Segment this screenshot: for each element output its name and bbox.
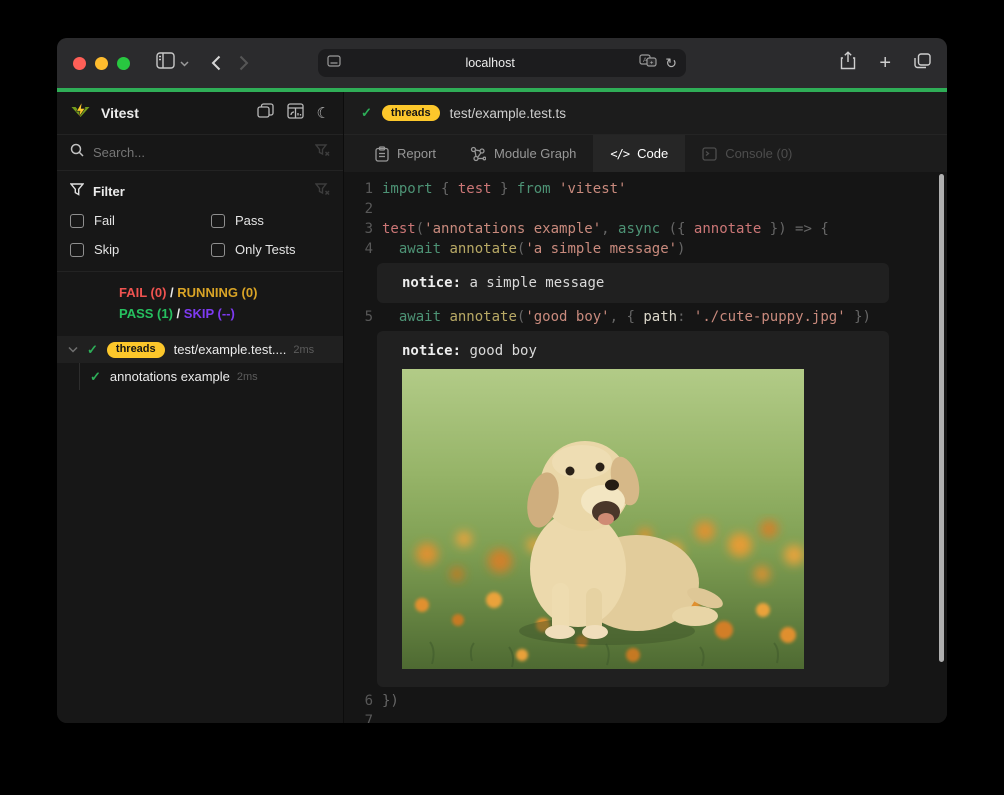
- sidebar-toggle-button[interactable]: [156, 52, 189, 74]
- chevron-down-icon[interactable]: [68, 346, 78, 353]
- skip-count: SKIP (--): [184, 306, 235, 321]
- line-number: 6: [344, 691, 373, 711]
- puppy-photo: [402, 369, 804, 669]
- code-line: 7: [344, 711, 947, 723]
- test-case-row[interactable]: ✓ annotations example 2ms: [57, 363, 343, 390]
- check-icon: ✓: [87, 342, 98, 358]
- line-number: 3: [344, 219, 373, 239]
- line-number: 2: [344, 199, 373, 219]
- main-panel: ✓ threads test/example.test.ts Report Mo…: [344, 92, 947, 723]
- test-file-row[interactable]: ✓ threads test/example.test.... 2ms: [57, 336, 343, 363]
- browser-titlebar: localhost A✦ ↻ +: [57, 38, 947, 88]
- translate-icon[interactable]: A✦: [639, 54, 657, 72]
- check-icon: ✓: [361, 105, 372, 121]
- vitest-logo: [70, 101, 91, 126]
- tab-report[interactable]: Report: [358, 135, 453, 172]
- traffic-lights: [73, 57, 130, 70]
- tab-code[interactable]: </> Code: [593, 135, 685, 172]
- terminal-icon: [702, 147, 717, 161]
- notice-message: a simple message: [461, 275, 604, 291]
- app-title: Vitest: [101, 105, 139, 121]
- page-icon: [327, 54, 341, 72]
- duration: 2ms: [293, 344, 314, 356]
- browser-window: localhost A✦ ↻ +: [57, 38, 947, 723]
- checkbox-skip[interactable]: [70, 243, 84, 257]
- pool-badge: threads: [382, 105, 440, 121]
- annotation-notice: notice: a simple message: [377, 263, 889, 303]
- tab-console[interactable]: Console (0): [685, 135, 809, 172]
- back-button[interactable]: [211, 55, 221, 71]
- code-line: 6}): [344, 691, 947, 711]
- scrollbar-thumb[interactable]: [939, 174, 944, 662]
- line-number: 7: [344, 711, 373, 723]
- notice-label: notice:: [402, 275, 461, 291]
- checkbox-fail[interactable]: [70, 214, 84, 228]
- panels-icon[interactable]: [257, 103, 274, 123]
- line-number: 5: [344, 307, 373, 327]
- code-icon: </>: [610, 147, 629, 161]
- code-editor: 1import { test } from 'vitest'23test('an…: [344, 172, 947, 723]
- clipboard-icon: [375, 146, 389, 162]
- filter-option-fail[interactable]: Fail: [70, 213, 211, 228]
- notice-label: notice:: [402, 343, 461, 359]
- share-icon: [840, 51, 856, 70]
- svg-text:✦: ✦: [649, 60, 654, 67]
- filter-section: Filter Fail Pass Skip Only Tests: [57, 171, 343, 272]
- search-icon: [70, 143, 84, 162]
- code-line: 3test('annotations example', async ({ an…: [344, 219, 947, 239]
- chevron-down-icon: [180, 54, 189, 72]
- moon-icon[interactable]: ☾: [317, 106, 330, 121]
- new-tab-button[interactable]: +: [879, 53, 891, 73]
- code-line: 1import { test } from 'vitest': [344, 179, 947, 199]
- chevron-left-icon: [211, 55, 221, 71]
- line-number: 4: [344, 239, 373, 259]
- chevron-right-icon: [239, 55, 249, 71]
- open-file-name: test/example.test.ts: [450, 106, 566, 121]
- code-line: 5 await annotate('good boy', { path: './…: [344, 307, 947, 327]
- minimize-button[interactable]: [95, 57, 108, 70]
- pool-badge: threads: [107, 342, 165, 358]
- reload-icon[interactable]: ↻: [665, 55, 677, 72]
- checkbox-only-tests[interactable]: [211, 243, 225, 257]
- indent-guide: [79, 363, 80, 390]
- line-number: 1: [344, 179, 373, 199]
- sidebar: Vitest ☾: [57, 92, 344, 723]
- running-count: RUNNING (0): [177, 285, 257, 300]
- filter-option-skip[interactable]: Skip: [70, 242, 211, 257]
- test-run-summary: FAIL (0) / RUNNING (0) PASS (1) / SKIP (…: [57, 272, 343, 334]
- tab-bar: Report Module Graph </> Code Console (0): [344, 135, 947, 172]
- notice-message: good boy: [461, 343, 537, 359]
- filter-title: Filter: [93, 184, 125, 199]
- dashboard-icon[interactable]: [287, 103, 304, 124]
- checkbox-pass[interactable]: [211, 214, 225, 228]
- duration: 2ms: [237, 371, 258, 383]
- tab-overview-button[interactable]: [914, 53, 931, 74]
- file-header: ✓ threads test/example.test.ts: [344, 92, 947, 135]
- sidebar-toggle-icon: [156, 52, 175, 74]
- zoom-button[interactable]: [117, 57, 130, 70]
- check-icon: ✓: [90, 369, 101, 385]
- filter-option-pass[interactable]: Pass: [211, 213, 330, 228]
- clear-filter-icon[interactable]: [315, 183, 330, 199]
- code-line: 2: [344, 199, 947, 219]
- close-button[interactable]: [73, 57, 86, 70]
- forward-button[interactable]: [239, 55, 249, 71]
- search-input[interactable]: [93, 145, 306, 160]
- test-file-name: test/example.test....: [174, 342, 287, 357]
- funnel-icon: [70, 183, 84, 199]
- filter-option-only-tests[interactable]: Only Tests: [211, 242, 330, 257]
- share-button[interactable]: [840, 51, 856, 75]
- test-tree: ✓ threads test/example.test.... 2ms ✓ an…: [57, 336, 343, 390]
- test-case-name: annotations example: [110, 369, 230, 384]
- url-bar[interactable]: localhost A✦ ↻: [318, 49, 686, 77]
- code-line: 4 await annotate('a simple message'): [344, 239, 947, 259]
- graph-icon: [470, 146, 486, 162]
- pass-count: PASS (1): [119, 306, 173, 321]
- clear-search-filter-icon[interactable]: [315, 144, 330, 162]
- url-text: localhost: [341, 56, 639, 70]
- tab-module-graph[interactable]: Module Graph: [453, 135, 593, 172]
- fail-count: FAIL (0): [119, 285, 166, 300]
- annotation-notice: notice: good boy: [377, 331, 889, 687]
- copy-icon: [914, 53, 931, 69]
